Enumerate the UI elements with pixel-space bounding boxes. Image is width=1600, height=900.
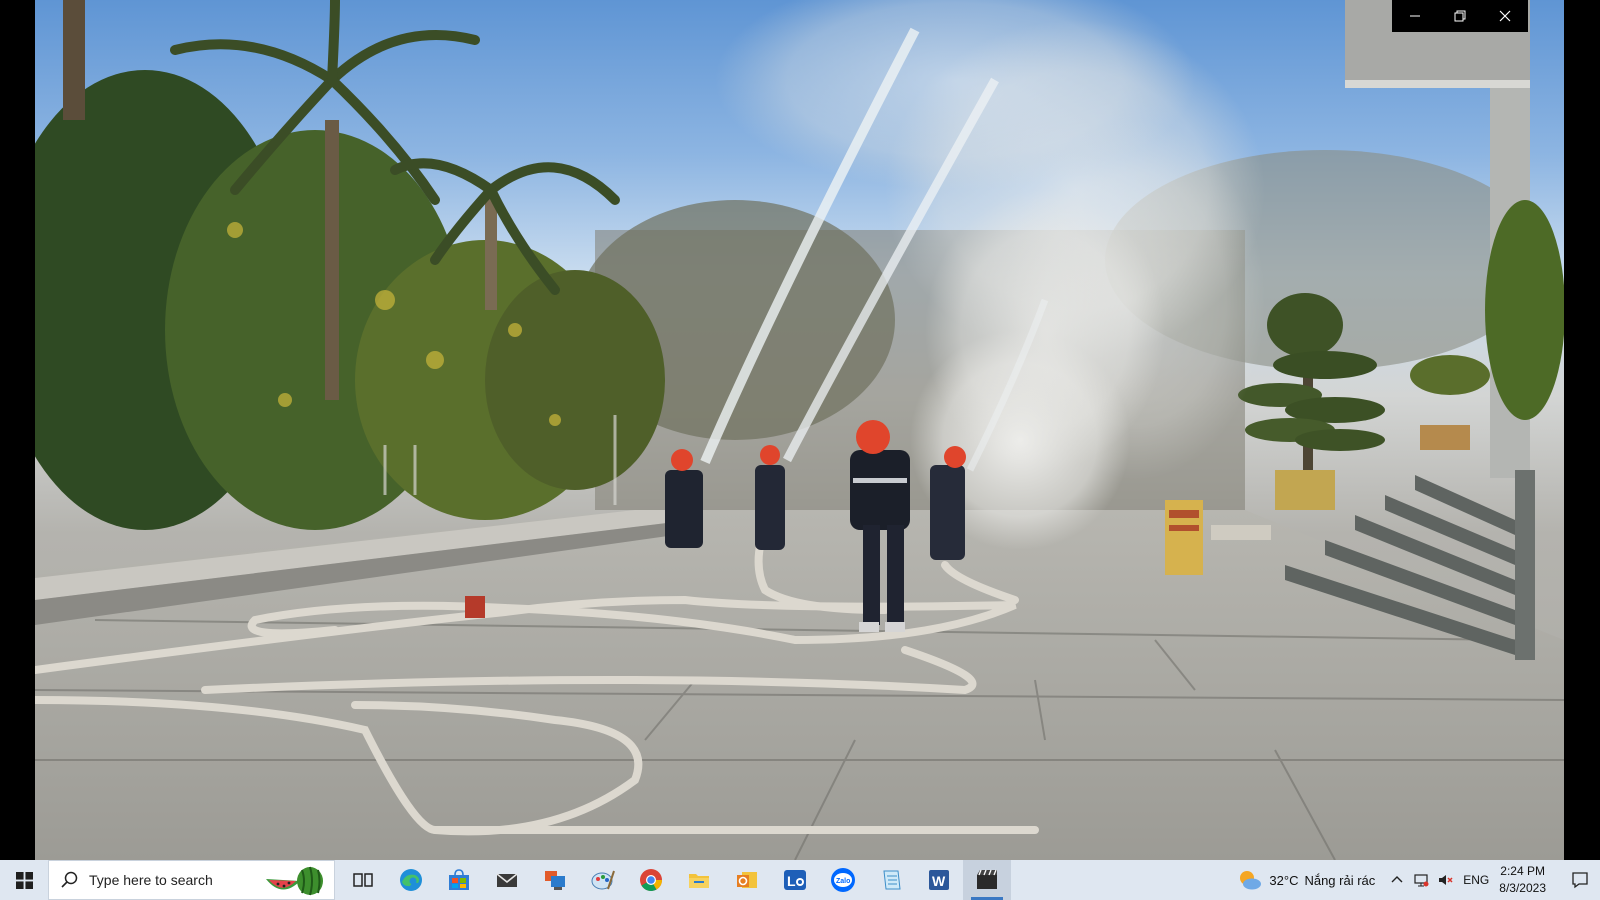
paint-icon[interactable] bbox=[579, 860, 627, 900]
chevron-up-icon[interactable] bbox=[1385, 860, 1409, 900]
close-icon[interactable] bbox=[1482, 0, 1527, 32]
zalo-icon[interactable]: Zalo bbox=[819, 860, 867, 900]
lifesize-icon[interactable]: L bbox=[771, 860, 819, 900]
language-indicator[interactable]: ENG bbox=[1463, 873, 1489, 887]
mail-icon[interactable] bbox=[483, 860, 531, 900]
weather-text: Nắng rải rác bbox=[1304, 872, 1376, 888]
clock-time: 2:24 PM bbox=[1500, 864, 1545, 878]
video-player-window[interactable] bbox=[35, 0, 1564, 860]
remote-desktop-icon[interactable] bbox=[531, 860, 579, 900]
search-placeholder: Type here to search bbox=[89, 872, 213, 888]
svg-text:W: W bbox=[932, 873, 946, 889]
outlook-icon[interactable] bbox=[723, 860, 771, 900]
speaker-muted-icon[interactable] bbox=[1433, 860, 1457, 900]
watermelon-highlight-icon[interactable] bbox=[264, 865, 324, 897]
taskbar-search-box[interactable]: Type here to search bbox=[48, 860, 335, 900]
start-button[interactable] bbox=[0, 860, 48, 900]
store-icon[interactable] bbox=[435, 860, 483, 900]
partly-sunny-icon bbox=[1240, 871, 1262, 890]
system-tray: 32°C Nắng rải rác ENG 2:24 PM 8/3/2023 bbox=[1237, 860, 1600, 900]
svg-text:Zalo: Zalo bbox=[836, 878, 850, 885]
restore-icon[interactable] bbox=[1437, 0, 1482, 32]
chrome-icon[interactable] bbox=[627, 860, 675, 900]
weather-widget[interactable]: 32°C Nắng rải rác bbox=[1237, 869, 1375, 891]
video-frame-fire-drill bbox=[35, 0, 1564, 860]
windows-logo-icon bbox=[15, 871, 33, 889]
network-icon[interactable] bbox=[1409, 860, 1433, 900]
task-view-icon[interactable] bbox=[339, 860, 387, 900]
window-controls bbox=[1392, 0, 1528, 32]
video-editor-icon[interactable] bbox=[963, 860, 1011, 900]
search-icon bbox=[61, 871, 78, 888]
minimize-icon[interactable] bbox=[1392, 0, 1437, 32]
clock[interactable]: 2:24 PM 8/3/2023 bbox=[1499, 863, 1546, 897]
svg-text:L: L bbox=[787, 873, 796, 889]
taskbar: Type here to search L Zalo W 32°C Nắng r… bbox=[0, 860, 1600, 900]
word-icon[interactable]: W bbox=[915, 860, 963, 900]
clock-date: 8/3/2023 bbox=[1499, 881, 1546, 895]
notification-icon[interactable] bbox=[1560, 860, 1600, 900]
edge-icon[interactable] bbox=[387, 860, 435, 900]
notepad-icon[interactable] bbox=[867, 860, 915, 900]
temperature-text: 32°C bbox=[1269, 872, 1299, 888]
file-explorer-icon[interactable] bbox=[675, 860, 723, 900]
